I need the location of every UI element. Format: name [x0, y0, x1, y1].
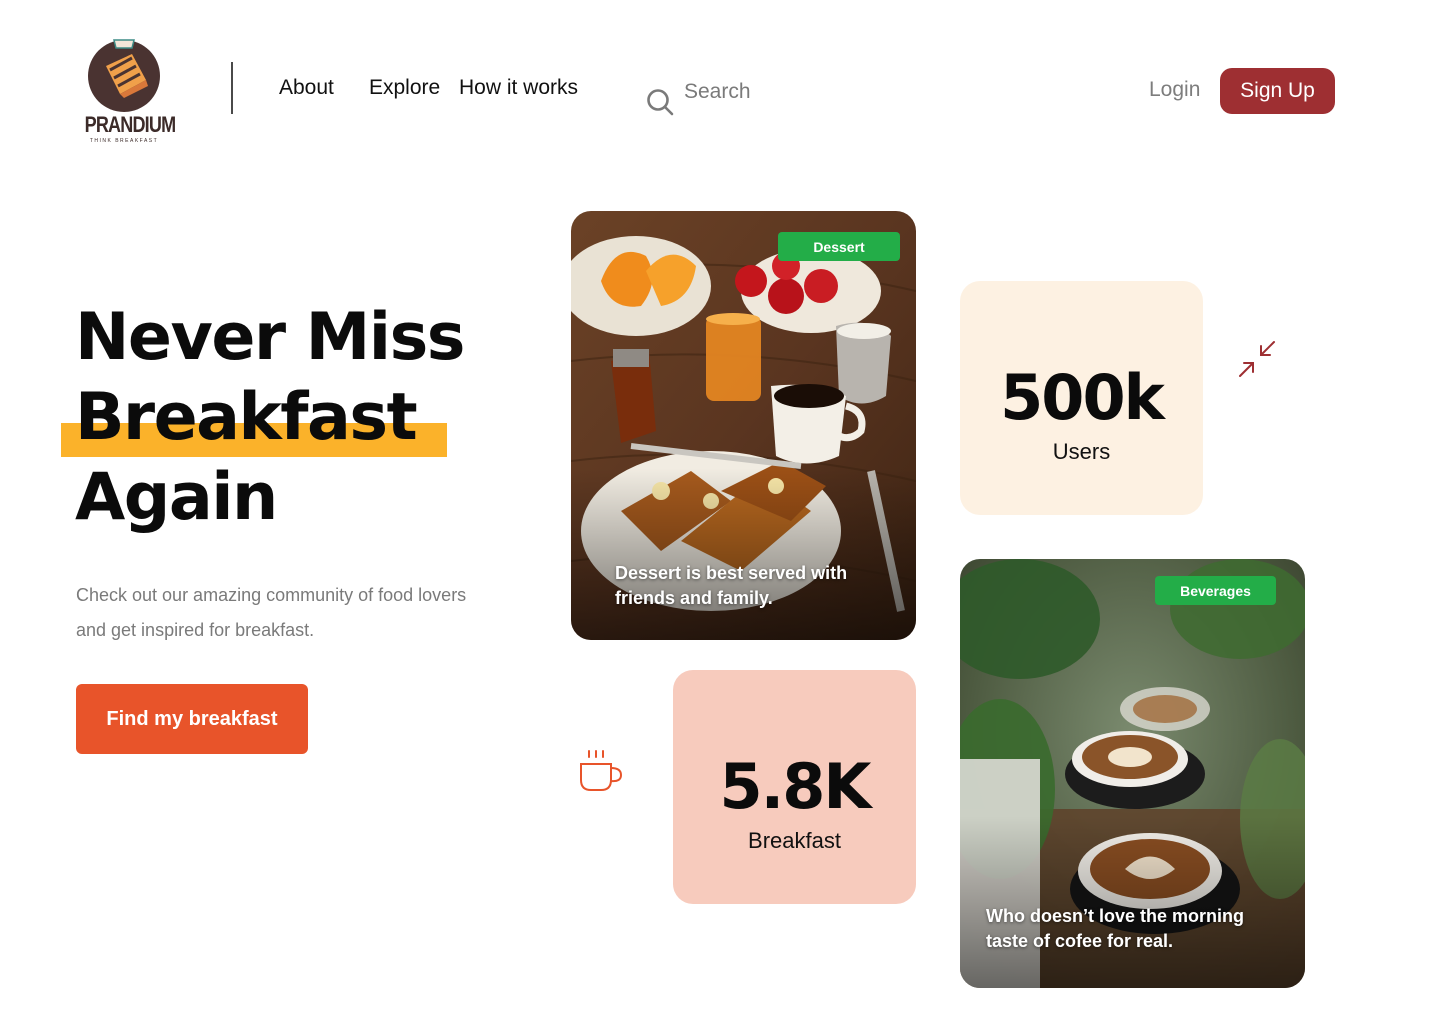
nav-explore-link[interactable]: Explore: [369, 76, 440, 100]
users-stat-label: Users: [1052, 439, 1111, 464]
hero-subtitle: Check out our amazing community of food …: [76, 585, 467, 640]
brand-name: PRANDIUM: [84, 112, 176, 137]
hero-title-line-1: Never Miss: [75, 300, 465, 375]
beverages-card[interactable]: Beverages Who doesn’t love the morning t…: [960, 559, 1305, 988]
breakfast-stat-card: 5.8K Breakfast: [673, 670, 916, 904]
brand-tagline: THINK BREAKFAST: [89, 138, 159, 144]
toast-logo-icon: [88, 39, 160, 112]
search-icon[interactable]: [646, 88, 674, 116]
nav-about-link[interactable]: About: [279, 76, 334, 100]
beverages-caption: Who doesn’t love the morning taste of co…: [986, 906, 1244, 951]
search-bar[interactable]: [640, 70, 970, 116]
users-stat-card: 500k Users: [960, 281, 1203, 515]
hero-title-line-3: Again: [75, 460, 278, 535]
hero-title: Never Miss Breakfast Again: [75, 298, 535, 538]
search-input[interactable]: [684, 74, 964, 110]
sign-up-button[interactable]: Sign Up: [1220, 68, 1335, 114]
dessert-card[interactable]: Dessert Dessert is best served with frie…: [571, 211, 916, 640]
beverages-badge[interactable]: Beverages: [1155, 576, 1276, 605]
login-link[interactable]: Login: [1149, 78, 1200, 102]
breakfast-stat-value: 5.8K: [719, 750, 872, 823]
coffee-cup-icon: [580, 750, 623, 791]
nav-how-it-works-link[interactable]: How it works: [459, 76, 578, 100]
find-my-breakfast-button[interactable]: Find my breakfast: [76, 684, 308, 754]
hero-title-line-2: Breakfast: [75, 380, 418, 455]
header-divider: [231, 62, 233, 114]
users-stat-value: 500k: [1000, 361, 1165, 434]
dessert-badge[interactable]: Dessert: [778, 232, 900, 261]
collapse-arrows-icon: [1239, 341, 1275, 377]
breakfast-stat-label: Breakfast: [748, 828, 841, 853]
brand-logo[interactable]: PRANDIUM THINK BREAKFAST: [76, 32, 176, 148]
dessert-caption: Dessert is best served with friends and …: [615, 563, 848, 608]
